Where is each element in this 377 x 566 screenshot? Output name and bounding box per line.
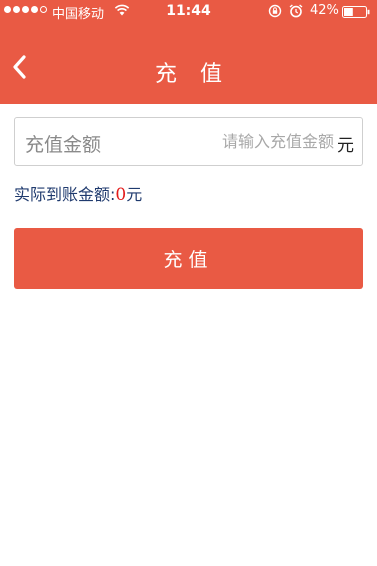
amount-field[interactable]: 充值金额 元 xyxy=(14,117,363,166)
amount-label: 充值金额 xyxy=(25,134,102,156)
page-title: 充 值 xyxy=(155,62,230,87)
actual-amount-label: 实际到账金额: xyxy=(14,185,116,204)
amount-unit: 元 xyxy=(337,136,354,156)
battery-icon xyxy=(342,6,370,18)
rotation-lock-icon xyxy=(268,4,282,18)
alarm-icon xyxy=(289,4,303,18)
actual-amount-unit: 元 xyxy=(126,185,143,204)
actual-amount: 实际到账金额:0元 xyxy=(14,181,142,205)
battery-percent: 42% xyxy=(310,3,339,18)
status-bar: 中国移动 11:44 42% xyxy=(0,0,377,24)
header: 中国移动 11:44 42% 充 值 xyxy=(0,0,377,104)
recharge-button[interactable]: 充值 xyxy=(14,228,363,289)
amount-input[interactable] xyxy=(174,127,334,155)
actual-amount-value: 0 xyxy=(115,185,127,205)
